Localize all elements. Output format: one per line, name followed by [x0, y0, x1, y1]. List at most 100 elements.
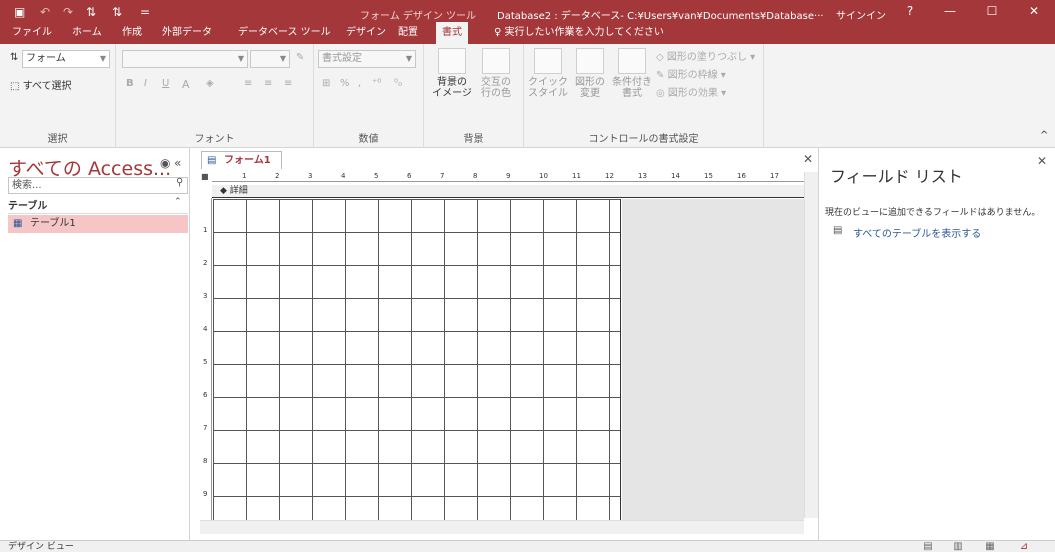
ribbon-group-background: 背景の イメージ 交互の 行の色 背景	[424, 44, 524, 148]
ruler-number: 2	[275, 172, 280, 180]
object-combo[interactable]: フォーム ▼	[22, 50, 110, 68]
percent-button[interactable]: %	[340, 78, 350, 89]
quick-style-button[interactable]: クイック スタイル	[528, 48, 568, 99]
collapse-ribbon-icon[interactable]: ^	[1040, 130, 1048, 141]
window-title: Database2 : データベース- C:¥Users¥van¥Documen…	[497, 11, 824, 22]
ribbon-group-selection: ⇅ フォーム ▼ ⬚ すべて選択 選択	[0, 44, 116, 148]
ruler-number: 1	[203, 226, 208, 234]
minimize-button[interactable]: —	[930, 0, 970, 22]
shape-outline-button[interactable]: ✎ 図形の枠線 ▾	[656, 66, 726, 81]
customize-qat-icon[interactable]: =	[140, 5, 150, 19]
nav-menu-icon[interactable]: ◉	[160, 156, 170, 170]
font-size-combo[interactable]: ▼	[250, 50, 290, 68]
alternate-row-color-label: 交互の 行の色	[481, 77, 511, 99]
ribbon: ⇅ フォーム ▼ ⬚ すべて選択 選択 ▼ ▼ ✎ B I U A ◈ ≡ ≡ ≡…	[0, 44, 1055, 148]
ruler-number: 2	[203, 259, 208, 267]
format-painter-icon[interactable]: ✎	[296, 52, 304, 63]
font-color-button[interactable]: A	[182, 78, 190, 91]
table-grid-icon	[482, 48, 510, 74]
pen-icon: ✎	[656, 70, 665, 81]
ruler-number: 13	[638, 172, 647, 180]
ruler-number: 17	[770, 172, 779, 180]
shape-effect-button[interactable]: ◎ 図形の効果 ▾	[656, 84, 726, 99]
show-all-tables-label: すべてのテーブルを表示する	[853, 229, 982, 240]
tellme-box[interactable]: ♀ 実行したい作業を入力してください	[488, 22, 670, 44]
ruler-number: 5	[374, 172, 379, 180]
show-all-tables-link[interactable]: ▤ すべてのテーブルを表示する	[833, 225, 981, 240]
tab-database-tools[interactable]: データベース ツール	[232, 22, 337, 44]
comma-button[interactable]: ,	[358, 78, 361, 89]
shape-fill-label: 図形の塗りつぶし	[666, 52, 747, 63]
signin-link[interactable]: サインイン	[836, 7, 886, 22]
close-field-list-icon[interactable]: ✕	[1037, 154, 1047, 168]
bold-button[interactable]: B	[126, 78, 134, 89]
design-grid[interactable]	[213, 199, 621, 521]
align-left-icon[interactable]: ≡	[244, 78, 252, 89]
nav-section-tables[interactable]: テーブル	[8, 197, 188, 214]
undo-icon[interactable]: ↶	[40, 5, 50, 19]
tab-format[interactable]: 書式	[436, 22, 468, 44]
sort-descending-icon[interactable]: ⇅	[112, 5, 122, 19]
alternate-row-color-button[interactable]: 交互の 行の色	[476, 48, 516, 99]
search-icon[interactable]: ⚲	[176, 177, 183, 188]
conditional-format-button[interactable]: 条件付き 書式	[612, 48, 652, 99]
redo-icon[interactable]: ↷	[63, 5, 73, 19]
layout-view-icon[interactable]: ▥	[950, 541, 966, 553]
sort-ascending-icon[interactable]: ⇅	[86, 5, 96, 19]
tab-home[interactable]: ホーム	[66, 22, 108, 44]
background-image-label: 背景の イメージ	[432, 77, 472, 99]
sort-icon: ⇅	[10, 52, 19, 63]
align-right-icon[interactable]: ≡	[284, 78, 292, 89]
shape-change-button[interactable]: 図形の 変更	[570, 48, 610, 99]
chevron-up-icon[interactable]: ⌃	[174, 197, 182, 207]
tab-create[interactable]: 作成	[116, 22, 148, 44]
nav-item-table1[interactable]: ▦ テーブル1	[8, 215, 188, 233]
effect-icon: ◎	[656, 88, 665, 99]
select-all-button[interactable]: ⬚ すべて選択	[10, 77, 72, 92]
search-input[interactable]: 検索...	[8, 177, 188, 194]
shape-fill-button[interactable]: ◇ 図形の塗りつぶし ▾	[656, 48, 755, 63]
format-combo[interactable]: 書式設定 ▼	[318, 50, 416, 68]
form-selector[interactable]: ■	[201, 172, 209, 181]
collapse-pane-icon[interactable]: «	[174, 156, 181, 170]
design-view-icon[interactable]: ⊿	[1016, 541, 1032, 553]
underline-button[interactable]: U	[162, 78, 169, 89]
shape-effect-label: 図形の効果	[667, 88, 718, 99]
datasheet-view-icon[interactable]: ▦	[982, 541, 998, 553]
chevron-down-icon: ▼	[237, 54, 244, 63]
tab-external-data[interactable]: 外部データ	[156, 22, 218, 44]
ruler-number: 15	[704, 172, 713, 180]
navigation-pane: すべての Access... ◉ « 検索... ⚲ テーブル ⌃ ▦ テーブル…	[0, 148, 190, 540]
vertical-ruler: 1 2 3 4 5 6 7 8 9	[200, 198, 212, 520]
chevron-down-icon: ▼	[405, 54, 412, 63]
save-icon[interactable]: ▣	[14, 5, 25, 19]
section-header-detail[interactable]: ◆ 詳細	[212, 185, 804, 198]
fill-color-icon[interactable]: ◈	[206, 78, 214, 89]
tab-file[interactable]: ファイル	[6, 22, 58, 44]
ruler-number: 14	[671, 172, 680, 180]
form-view-icon[interactable]: ▤	[920, 541, 936, 553]
tab-form1[interactable]: ▤ フォーム1	[201, 151, 282, 169]
align-center-icon[interactable]: ≡	[264, 78, 272, 89]
picture-icon	[438, 48, 466, 74]
italic-button[interactable]: I	[144, 78, 147, 89]
group-label-font: フォント	[194, 134, 235, 145]
decrease-decimal-icon[interactable]: ⁰₀	[394, 78, 402, 89]
tab-arrange[interactable]: 配置	[392, 22, 424, 44]
search-text: 検索...	[12, 180, 42, 191]
form-tab-label: フォーム1	[224, 155, 271, 166]
format-combo-value: 書式設定	[322, 53, 362, 64]
horizontal-scrollbar[interactable]	[200, 520, 804, 534]
close-doc-icon[interactable]: ✕	[803, 152, 813, 166]
close-button[interactable]: ✕	[1014, 0, 1054, 22]
maximize-button[interactable]: ☐	[972, 0, 1012, 22]
tab-design[interactable]: デザイン	[340, 22, 392, 44]
group-label-background: 背景	[463, 134, 484, 145]
font-name-combo[interactable]: ▼	[122, 50, 248, 68]
select-all-icon: ⬚	[10, 81, 20, 92]
increase-decimal-icon[interactable]: ⁺⁰	[372, 78, 381, 89]
background-image-button[interactable]: 背景の イメージ	[432, 48, 472, 99]
vertical-scrollbar[interactable]	[804, 172, 818, 518]
currency-icon[interactable]: ⊞	[322, 78, 330, 89]
help-button[interactable]: ?	[890, 0, 930, 22]
